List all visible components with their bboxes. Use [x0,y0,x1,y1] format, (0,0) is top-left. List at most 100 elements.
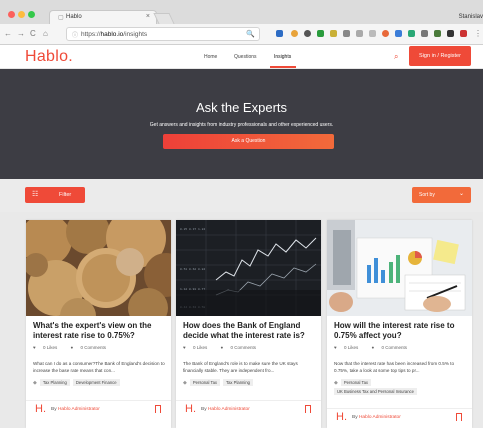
extension-icon[interactable] [408,30,415,37]
svg-text:0.51 0.62 0.84: 0.51 0.62 0.84 [180,268,205,271]
extension-icon[interactable] [369,30,376,37]
hero-title: Ask the Experts [195,100,288,115]
extension-icon[interactable] [395,30,402,37]
home-icon[interactable]: ⌂ [43,29,48,38]
nav-questions[interactable]: Questions [234,54,257,60]
hablo-logo[interactable]: Hablo. [25,48,73,66]
heart-icon: ♥ [183,345,186,350]
filter-button[interactable]: ☷ Filter [25,187,85,203]
maximize-window-icon[interactable] [28,11,35,18]
coins-image [26,220,171,316]
ask-question-button[interactable]: Ask a Question [163,134,334,149]
card-excerpt: What can I do as a consumer?The Bank of … [33,361,165,373]
active-nav-indicator [270,66,296,68]
reload-icon[interactable]: C [30,29,36,38]
comments-count: ● 0 Comments [371,345,407,350]
tag[interactable]: Personal Tax [189,379,220,386]
comment-icon: ● [371,345,375,350]
card-title[interactable]: What's the expert's view on the interest… [33,321,167,341]
heart-icon: ♥ [33,345,36,350]
search-icon[interactable]: 🔍 [246,30,255,38]
browser-tab[interactable]: ▢ Hablo × [49,10,157,24]
search-icon[interactable]: ⌕ [394,52,398,62]
forward-arrow-icon[interactable]: → [17,29,25,38]
insight-card[interactable]: What's the expert's view on the interest… [26,220,171,428]
star-icon[interactable] [356,30,363,37]
nav-home[interactable]: Home [204,54,217,60]
desk-charts-image [327,220,472,316]
bookmark-icon[interactable] [155,405,161,413]
card-title[interactable]: How will the interest rate rise to 0.75%… [334,321,468,341]
comments-count: ● 0 Comments [220,345,256,350]
page-icon: ▢ [58,15,64,21]
likes-count: ♥ 0 Likes [33,345,58,350]
stock-chart-image: 0.25 0.37 1.24 0.51 0.62 0.84 1.12 0.91 0… [176,220,321,316]
card-stats: ♥ 0 Likes ● 0 Comments [183,345,268,350]
tag-icon: ◆ [33,380,37,386]
card-tags: ◆ Personal Tax Tax Planning [183,379,256,388]
card-tags: ◆ Personal Tax UK Business Tax and Persona… [334,379,420,397]
card-author: By Hablo Administrator [201,407,250,412]
card-author: By Hablo Administrator [352,415,401,420]
svg-text:0.25 0.37 1.24: 0.25 0.37 1.24 [180,228,205,231]
tag[interactable]: Development Finance [72,379,120,386]
extension-icon[interactable] [460,30,467,37]
profile-name[interactable]: Stanislav [459,14,483,20]
extension-icon[interactable] [304,30,311,37]
extension-icon[interactable] [343,30,350,37]
bookmark-icon[interactable] [305,405,311,413]
extension-icon[interactable] [317,30,324,37]
card-stats: ♥ 0 Likes ● 0 Comments [33,345,118,350]
sort-by-dropdown[interactable]: Sort by ⌄ [412,187,471,203]
hero-banner: Ask the Experts Get answers and insights… [0,69,483,179]
card-title[interactable]: How does the Bank of England decide what… [183,321,317,341]
card-author: By Hablo Administrator [51,407,100,412]
comments-count: ● 0 Comments [70,345,106,350]
card-stats: ♥ 0 Likes ● 0 Comments [334,345,419,350]
card-tags: ◆ Tax Planning Development Finance [33,379,123,388]
likes-count: ♥ 0 Likes [334,345,359,350]
hablo-logo-icon: H. [336,411,347,423]
extension-icon[interactable] [421,30,428,37]
browser-tab-bar: ▢ Hablo × Stanislav [0,0,483,24]
heart-icon: ♥ [334,345,337,350]
comment-icon: ● [70,345,74,350]
tag[interactable]: UK Business Tax and Personal Insurance [334,388,417,395]
minimize-window-icon[interactable] [18,11,25,18]
card-footer: H. By Hablo Administrator [26,400,171,418]
extension-icon[interactable] [291,30,298,37]
comment-icon: ● [220,345,224,350]
filter-label: Filter [59,192,72,198]
card-footer: H. By Hablo Administrator [327,408,472,426]
menu-kebab-icon[interactable]: ⋮ [474,29,482,38]
close-window-icon[interactable] [8,11,15,18]
tag[interactable]: Personal Tax [340,379,371,386]
extension-icon[interactable] [382,30,389,37]
tag[interactable]: Tax Planning [223,379,253,386]
nav-insights[interactable]: Insights [274,54,291,60]
extension-icon[interactable] [434,30,441,37]
url-text: https://hablo.io/insights [81,31,148,38]
insight-card[interactable]: How will the interest rate rise to 0.75%… [327,220,472,428]
tag-icon: ◆ [183,380,187,386]
tag[interactable]: Tax Planning [39,379,70,386]
extension-icon[interactable] [330,30,337,37]
chevron-down-icon: ⌄ [458,191,464,197]
insight-card[interactable]: 0.25 0.37 1.24 0.51 0.62 0.84 1.12 0.91 0… [176,220,321,428]
tab-title: Hablo [66,14,82,20]
browser-window: ▢ Hablo × Stanislav ← → C ⌂ ⓘ https://ha… [0,0,483,428]
card-excerpt: The Bank of England's role is to make su… [183,361,298,373]
card-footer: H. By Hablo Administrator [176,400,321,418]
likes-count: ♥ 0 Likes [183,345,208,350]
tab-close-icon[interactable]: × [146,13,150,20]
sign-in-button[interactable]: Sign in / Register [409,46,471,66]
tag-icon: ◆ [334,380,338,386]
extension-icon[interactable] [447,30,454,37]
back-arrow-icon[interactable]: ← [4,29,12,38]
address-bar[interactable]: ⓘ https://hablo.io/insights 🔍 [66,27,260,41]
extension-icon[interactable] [276,30,283,37]
hero-subtitle: Get answers and insights from industry p… [149,122,334,128]
filter-grid-icon: ☷ [32,191,39,198]
bookmark-icon[interactable] [456,413,462,421]
hablo-logo-icon: H. [35,403,46,415]
